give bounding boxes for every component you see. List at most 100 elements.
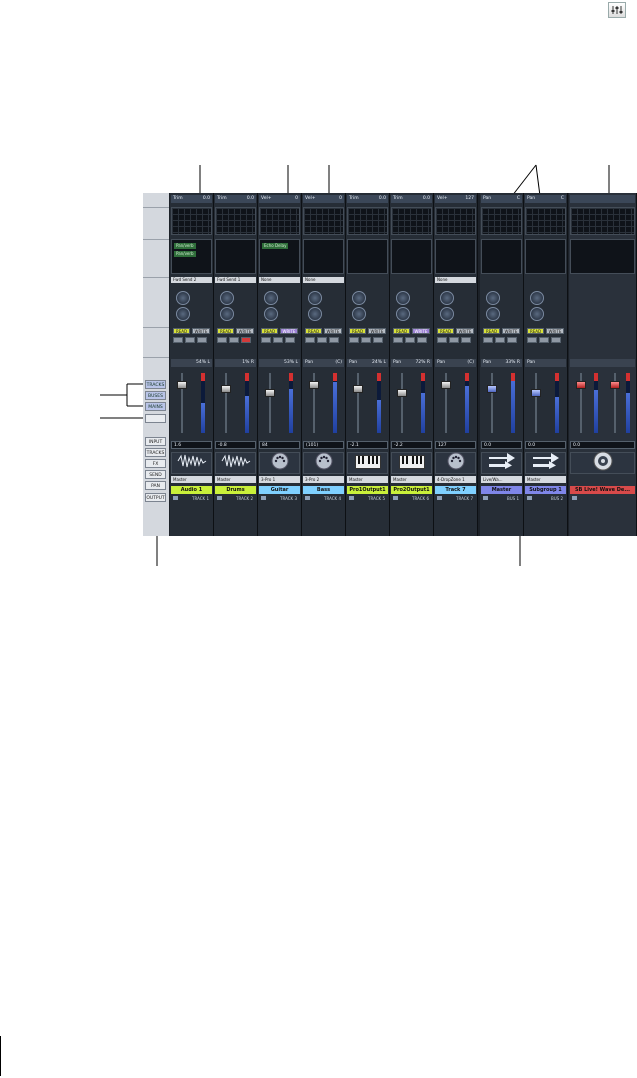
eq-display[interactable] xyxy=(391,207,432,235)
strip-type-icon[interactable] xyxy=(435,452,476,474)
write-automation-button[interactable]: WRITE xyxy=(456,328,474,334)
strip-header[interactable]: Trim 0.0 xyxy=(347,195,388,203)
strip-name[interactable]: SB Live! Wave De... xyxy=(570,486,635,494)
write-automation-button[interactable]: WRITE xyxy=(192,328,210,334)
pan-control[interactable]: Pan (C) xyxy=(435,359,476,367)
record-arm-button[interactable] xyxy=(197,337,207,343)
output-select[interactable]: 3-Pro 2 xyxy=(303,476,344,483)
strip-header[interactable]: Pan C xyxy=(481,195,522,203)
read-automation-button[interactable]: READ xyxy=(217,328,234,334)
read-automation-button[interactable]: READ xyxy=(437,328,454,334)
strip-header[interactable]: Vel+ 127 xyxy=(435,195,476,203)
strip-name[interactable]: Audio 1 xyxy=(171,486,212,494)
send-select[interactable]: None xyxy=(259,277,300,283)
send-pan-knob[interactable] xyxy=(486,307,500,321)
eq-display[interactable] xyxy=(215,207,256,235)
strip-name[interactable]: Pro1Output1 xyxy=(347,486,388,494)
output-select[interactable]: Master xyxy=(171,476,212,483)
solo-button[interactable] xyxy=(361,337,371,343)
fx-section-button[interactable]: FX xyxy=(145,459,166,468)
eq-display[interactable] xyxy=(303,207,344,235)
output-select[interactable]: Master xyxy=(525,476,566,483)
write-automation-button[interactable]: WRITE xyxy=(368,328,386,334)
volume-fader[interactable] xyxy=(441,381,451,389)
write-automation-button[interactable]: WRITE xyxy=(280,328,298,334)
send-level-knob[interactable] xyxy=(308,291,322,305)
solo-button[interactable] xyxy=(405,337,415,343)
strip-type-icon[interactable] xyxy=(347,452,388,474)
read-automation-button[interactable]: READ xyxy=(305,328,322,334)
volume-fader[interactable] xyxy=(177,381,187,389)
mute-button[interactable] xyxy=(437,337,447,343)
send-select[interactable]: Fwd Send 1 xyxy=(215,277,256,283)
read-automation-button[interactable]: READ xyxy=(173,328,190,334)
read-automation-button[interactable]: READ xyxy=(483,328,500,334)
mute-button[interactable] xyxy=(173,337,183,343)
volume-fader[interactable] xyxy=(610,381,620,389)
read-automation-button[interactable]: READ xyxy=(261,328,278,334)
mute-button[interactable] xyxy=(305,337,315,343)
record-arm-button[interactable] xyxy=(285,337,295,343)
fx-bin[interactable] xyxy=(481,239,522,274)
eq-display[interactable] xyxy=(347,207,388,235)
fx-bin[interactable] xyxy=(525,239,566,274)
mute-button[interactable] xyxy=(483,337,493,343)
volume-fader[interactable] xyxy=(397,389,407,397)
mixer-sliders-icon[interactable] xyxy=(608,2,626,18)
fx-bin[interactable] xyxy=(570,239,635,274)
fx-bin[interactable]: Pan/verb Pan/verb xyxy=(171,239,212,274)
strip-header[interactable]: Vel+ 0 xyxy=(303,195,344,203)
send-section-button[interactable]: SEND xyxy=(145,470,166,479)
volume-fader[interactable] xyxy=(531,389,541,397)
eq-display[interactable] xyxy=(171,207,212,235)
output-section-button[interactable]: OUTPUT xyxy=(145,493,166,502)
pan-control[interactable] xyxy=(570,359,635,367)
send-level-knob[interactable] xyxy=(220,291,234,305)
mute-button[interactable] xyxy=(349,337,359,343)
solo-button[interactable] xyxy=(539,337,549,343)
record-arm-button[interactable] xyxy=(373,337,383,343)
output-select[interactable]: Master xyxy=(215,476,256,483)
write-automation-button[interactable]: WRITE xyxy=(546,328,564,334)
send-level-knob[interactable] xyxy=(440,291,454,305)
mute-button[interactable] xyxy=(261,337,271,343)
pan-control[interactable]: 53% L xyxy=(259,359,300,367)
send-pan-knob[interactable] xyxy=(530,307,544,321)
send-pan-knob[interactable] xyxy=(396,307,410,321)
send-pan-knob[interactable] xyxy=(308,307,322,321)
mute-button[interactable] xyxy=(527,337,537,343)
send-level-knob[interactable] xyxy=(530,291,544,305)
solo-button[interactable] xyxy=(449,337,459,343)
strip-name[interactable]: Guitar xyxy=(259,486,300,494)
eq-display[interactable] xyxy=(481,207,522,235)
buses-toggle-button[interactable]: BUSES xyxy=(145,391,166,400)
eq-display[interactable] xyxy=(525,207,566,235)
mute-button[interactable] xyxy=(393,337,403,343)
send-select[interactable]: None xyxy=(435,277,476,283)
fx-bin[interactable] xyxy=(391,239,432,274)
write-automation-button[interactable]: WRITE xyxy=(412,328,430,334)
strip-type-icon[interactable] xyxy=(391,452,432,474)
strip-header[interactable]: Trim 0.0 xyxy=(215,195,256,203)
send-level-knob[interactable] xyxy=(396,291,410,305)
write-automation-button[interactable]: WRITE xyxy=(324,328,342,334)
input-section-button[interactable]: INPUT xyxy=(145,437,166,446)
record-arm-button[interactable] xyxy=(241,337,251,343)
output-select[interactable]: Live/Wa... xyxy=(481,476,522,483)
record-arm-button[interactable] xyxy=(551,337,561,343)
strip-type-icon[interactable] xyxy=(259,452,300,474)
fx-insert[interactable]: Pan/verb xyxy=(174,243,196,249)
read-automation-button[interactable]: READ xyxy=(527,328,544,334)
tracks-toggle-button[interactable]: TRACKS xyxy=(145,380,166,389)
eq-display[interactable] xyxy=(435,207,476,235)
strip-name[interactable]: Bass xyxy=(303,486,344,494)
send-pan-knob[interactable] xyxy=(440,307,454,321)
pan-control[interactable]: Pan 33% R xyxy=(481,359,522,367)
fx-bin[interactable] xyxy=(347,239,388,274)
strip-name[interactable]: Pro2Output1 xyxy=(391,486,432,494)
send-level-knob[interactable] xyxy=(352,291,366,305)
send-level-knob[interactable] xyxy=(176,291,190,305)
volume-fader[interactable] xyxy=(353,385,363,393)
strip-type-icon[interactable] xyxy=(171,452,212,474)
strip-type-icon[interactable] xyxy=(525,452,566,474)
